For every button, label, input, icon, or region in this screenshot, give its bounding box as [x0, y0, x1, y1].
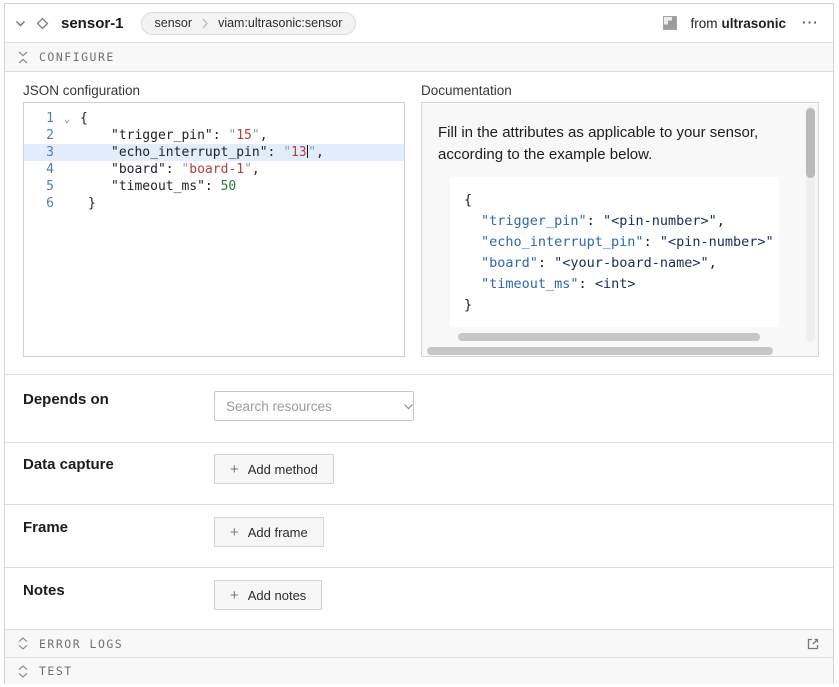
plus-icon: +: [230, 588, 239, 603]
depends-on-select[interactable]: [214, 391, 414, 421]
fold-gutter: [54, 178, 80, 195]
open-in-new-icon[interactable]: [806, 637, 820, 651]
editor-line-5: 5 "timeout_ms": 50: [24, 178, 404, 195]
add-method-button[interactable]: +Add method: [214, 454, 334, 484]
header-left: sensor-1 sensor viam:ultrasonic:sensor: [15, 12, 356, 35]
fold-gutter: [54, 161, 80, 178]
collapse-chevron-icon[interactable]: [15, 20, 26, 27]
doc-code-line: "timeout_ms": <int>: [464, 274, 779, 295]
doc-code-line: }: [464, 295, 779, 316]
line-number: 3: [24, 144, 54, 161]
add-notes-button[interactable]: +Add notes: [214, 580, 322, 610]
error-logs-section-header[interactable]: ERROR LOGS: [5, 629, 833, 658]
editor-line-3-active: 3 "echo_interrupt_pin": "13",: [24, 144, 404, 161]
unfold-less-icon: [18, 51, 28, 64]
unfold-more-icon: [18, 665, 28, 678]
badge-chevron-icon: [202, 18, 208, 29]
section-divider: [5, 442, 833, 443]
plus-icon: +: [230, 525, 239, 540]
search-resources-input[interactable]: [226, 399, 403, 414]
documentation-intro: Fill in the attributes as applicable to …: [438, 122, 788, 166]
chevron-down-icon: [403, 403, 414, 410]
panel-horizontal-scrollbar[interactable]: [427, 347, 773, 355]
doc-code-line: "trigger_pin": "<pin-number>",: [464, 211, 779, 232]
doc-code-line: {: [464, 190, 779, 211]
error-logs-label: ERROR LOGS: [39, 637, 123, 651]
doc-code-line: "echo_interrupt_pin": "<pin-number>": [464, 232, 779, 253]
editor-line-2: 2 "trigger_pin": "15",: [24, 127, 404, 144]
resource-name: sensor-1: [61, 15, 124, 32]
depends-on-label: Depends on: [23, 391, 109, 408]
section-divider: [5, 504, 833, 505]
overflow-menu-button[interactable]: ⋯: [799, 18, 821, 28]
configure-label: CONFIGURE: [39, 50, 115, 64]
documentation-code-block: { "trigger_pin": "<pin-number>", "echo_i…: [450, 177, 779, 327]
fold-gutter: [54, 127, 80, 144]
line-number: 4: [24, 161, 54, 178]
editor-line-4: 4 "board": "board-1",: [24, 161, 404, 178]
notes-label: Notes: [23, 582, 65, 599]
code-text: {: [80, 110, 88, 127]
line-number: 5: [24, 178, 54, 195]
header-right: fromultrasonic ⋯: [663, 16, 821, 31]
panel-vertical-scrollbar[interactable]: [806, 108, 815, 178]
fold-gutter: [54, 144, 80, 161]
documentation-label: Documentation: [421, 83, 512, 98]
unfold-more-icon: [18, 637, 28, 650]
json-config-editor[interactable]: 1⌄{ 2 "trigger_pin": "15", 3 "echo_interru…: [23, 102, 405, 357]
line-number: 2: [24, 127, 54, 144]
test-label: TEST: [39, 664, 73, 678]
section-divider: [5, 567, 833, 568]
badge-model: viam:ultrasonic:sensor: [218, 16, 342, 30]
code-text: "board": "board-1",: [80, 161, 260, 178]
resource-type-badge: sensor viam:ultrasonic:sensor: [141, 12, 357, 35]
code-text: }: [80, 195, 96, 212]
documentation-panel: Fill in the attributes as applicable to …: [421, 102, 819, 357]
section-divider: [5, 374, 833, 375]
component-diamond-icon: [35, 16, 50, 31]
editor-line-6: 6}: [24, 195, 404, 212]
badge-type: sensor: [155, 16, 193, 30]
code-text: "echo_interrupt_pin": "13",: [80, 144, 324, 161]
code-text: "trigger_pin": "15",: [80, 127, 268, 144]
doc-code-line: "board": "<your-board-name>",: [464, 253, 779, 274]
test-section-header[interactable]: TEST: [5, 658, 833, 684]
frame-label: Frame: [23, 519, 68, 536]
code-horizontal-scrollbar[interactable]: [458, 333, 760, 341]
from-module-text: fromultrasonic: [690, 16, 786, 31]
data-capture-label: Data capture: [23, 456, 114, 473]
line-number: 1: [24, 110, 54, 127]
plus-icon: +: [230, 462, 239, 477]
module-icon: [663, 16, 677, 30]
resource-card: sensor-1 sensor viam:ultrasonic:sensor f…: [4, 3, 834, 684]
editor-line-1: 1⌄{: [24, 110, 404, 127]
json-config-label: JSON configuration: [23, 83, 140, 98]
resource-header: sensor-1 sensor viam:ultrasonic:sensor f…: [5, 4, 833, 43]
code-text: "timeout_ms": 50: [80, 178, 236, 195]
line-number: 6: [24, 195, 54, 212]
add-frame-button[interactable]: +Add frame: [214, 517, 324, 547]
fold-gutter: [54, 195, 80, 212]
configure-section-header[interactable]: CONFIGURE: [5, 43, 833, 72]
fold-chevron-icon[interactable]: ⌄: [54, 110, 80, 127]
